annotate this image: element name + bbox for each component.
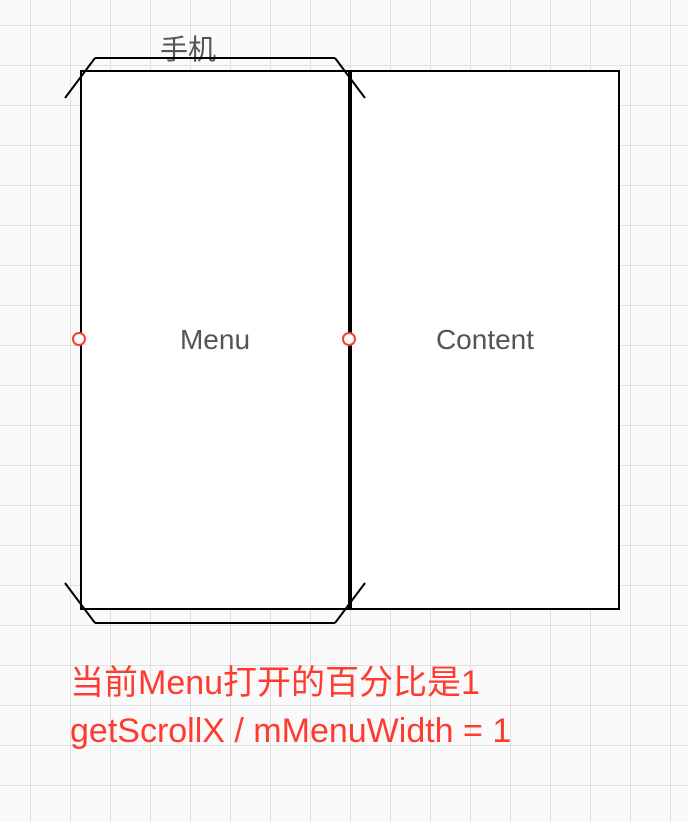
anchor-dot-left-icon (72, 332, 86, 346)
content-panel: Content (350, 70, 620, 610)
caption-line-2: getScrollX / mMenuWidth = 1 (70, 708, 511, 756)
caption-line-1: 当前Menu打开的百分比是1 (70, 660, 511, 708)
menu-panel: Menu (80, 70, 350, 610)
content-label: Content (436, 324, 534, 356)
phone-label: 手机 (160, 28, 216, 68)
caption: 当前Menu打开的百分比是1 getScrollX / mMenuWidth =… (70, 660, 511, 755)
menu-label: Menu (180, 324, 250, 356)
anchor-dot-right-icon (342, 332, 356, 346)
